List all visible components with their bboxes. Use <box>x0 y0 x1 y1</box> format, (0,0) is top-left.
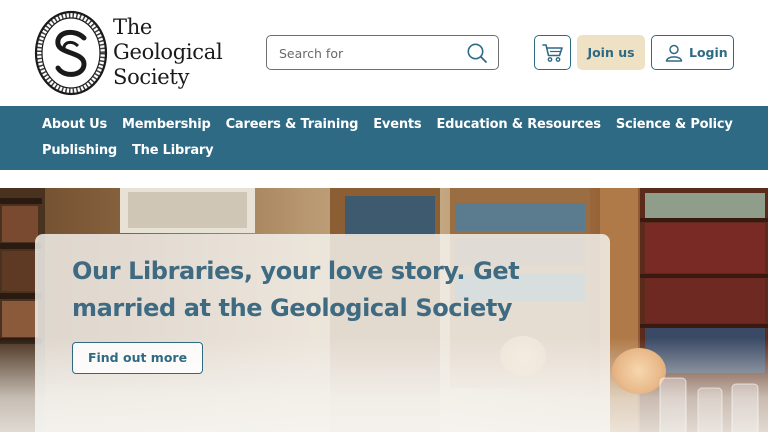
search-input[interactable] <box>279 43 459 63</box>
nav-item-events[interactable]: Events <box>373 115 421 135</box>
nav-row-1: About Us Membership Careers & Training E… <box>42 115 733 135</box>
logo-line-1: The <box>113 15 153 39</box>
society-seal-logo[interactable] <box>34 10 108 96</box>
nav-item-science-policy[interactable]: Science & Policy <box>616 115 733 135</box>
user-icon <box>665 44 683 62</box>
main-navigation: About Us Membership Careers & Training E… <box>0 106 768 170</box>
nav-item-education-resources[interactable]: Education & Resources <box>436 115 601 135</box>
site-header: The Geological Society Join us Login <box>0 0 768 106</box>
cart-button[interactable] <box>534 35 571 70</box>
logo-line-2: Geological <box>113 40 223 64</box>
hero-banner: Our Libraries, your love story. Get marr… <box>0 188 768 432</box>
search-icon[interactable] <box>466 42 488 64</box>
logo-line-3: Society <box>113 65 190 89</box>
nav-item-careers-training[interactable]: Careers & Training <box>226 115 359 135</box>
society-wordmark[interactable]: The Geological Society <box>113 15 223 90</box>
cart-icon <box>542 44 563 62</box>
nav-item-about-us[interactable]: About Us <box>42 115 107 135</box>
nav-row-2: Publishing The Library <box>42 141 214 161</box>
find-out-more-button[interactable]: Find out more <box>72 342 203 374</box>
login-button[interactable]: Login <box>651 35 734 70</box>
nav-item-membership[interactable]: Membership <box>122 115 211 135</box>
join-us-button[interactable]: Join us <box>577 35 645 70</box>
glassware-decoration <box>659 377 759 432</box>
nav-item-publishing[interactable]: Publishing <box>42 141 117 161</box>
hero-promo-card: Our Libraries, your love story. Get marr… <box>35 234 610 432</box>
search-box <box>266 35 499 70</box>
nav-item-the-library[interactable]: The Library <box>132 141 214 161</box>
login-label: Login <box>689 45 728 60</box>
hero-title: Our Libraries, your love story. Get marr… <box>72 257 520 322</box>
